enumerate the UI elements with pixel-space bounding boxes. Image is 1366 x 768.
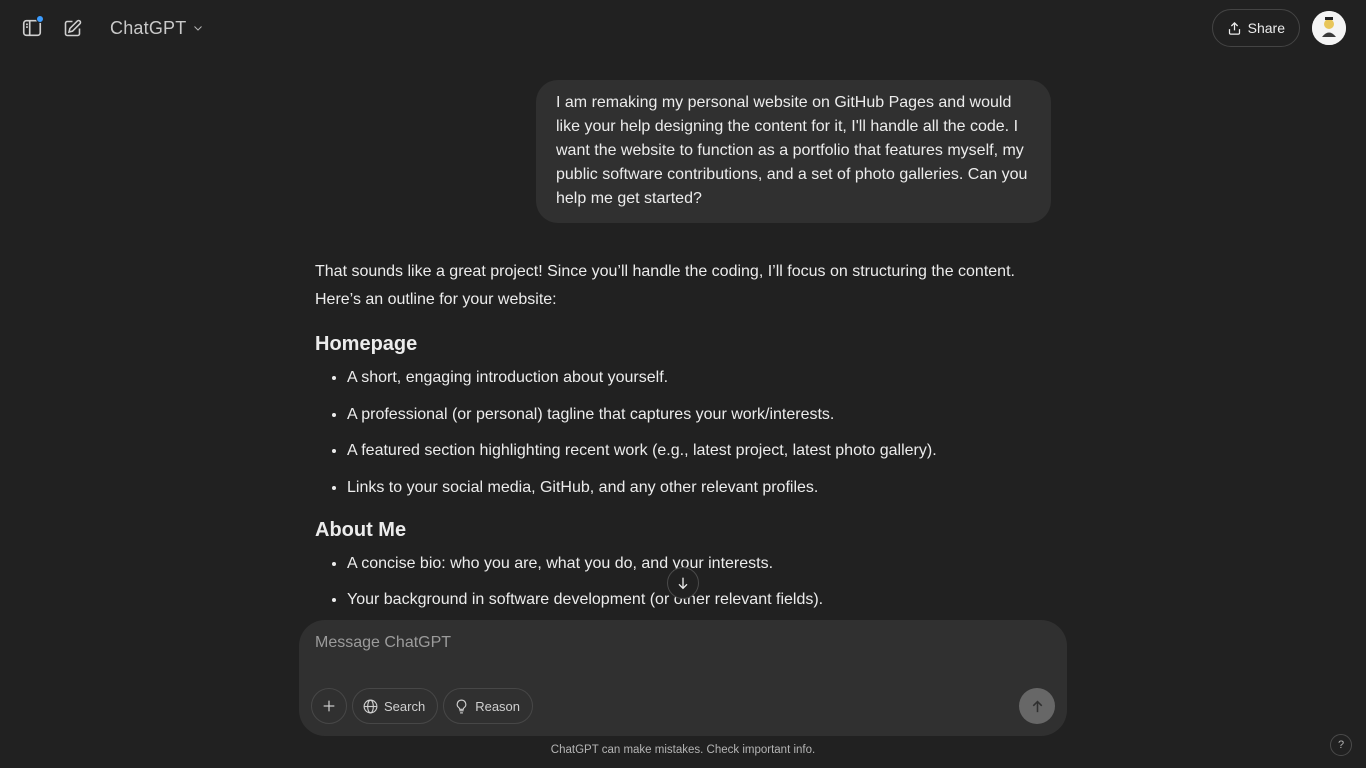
list-item: A concise bio: who you are, what you do,… (347, 552, 1051, 576)
new-chat-button[interactable] (56, 12, 88, 44)
reason-button[interactable]: Reason (443, 688, 534, 724)
top-bar: ChatGPT Share (0, 0, 1366, 56)
section-heading-about-me: About Me (315, 518, 407, 541)
search-button[interactable]: Search (352, 688, 439, 724)
avatar-image-icon (1312, 11, 1346, 45)
chevron-down-icon (194, 26, 203, 31)
sidebar-toggle-button[interactable] (16, 12, 48, 44)
search-label: Search (384, 698, 426, 714)
arrow-down-icon (678, 577, 688, 590)
message-input[interactable] (315, 634, 1015, 652)
user-message-bubble: I am remaking my personal website on Git… (536, 80, 1051, 223)
arrow-up-icon (1032, 699, 1042, 712)
assistant-message: That sounds like a great project! Since … (315, 258, 1051, 618)
lightbulb-icon (456, 699, 467, 713)
help-button[interactable]: ? (1330, 734, 1352, 756)
notification-dot (36, 15, 44, 23)
attach-button[interactable] (311, 688, 347, 724)
new-chat-icon (64, 19, 81, 36)
homepage-list: A short, engaging introduction about you… (315, 366, 1051, 500)
conversation-thread[interactable]: I am remaking my personal website on Git… (0, 56, 1366, 618)
scroll-to-bottom-button[interactable] (667, 567, 699, 599)
avatar[interactable] (1312, 11, 1346, 45)
share-icon (1228, 21, 1240, 35)
plus-icon (323, 700, 335, 712)
list-item: Links to your social media, GitHub, and … (347, 476, 1051, 500)
model-switcher[interactable]: ChatGPT (104, 14, 210, 43)
disclaimer-text: ChatGPT can make mistakes. Check importa… (550, 744, 816, 756)
share-label: Share (1247, 20, 1285, 36)
list-item: A featured section highlighting recent w… (347, 439, 1051, 463)
list-item: A professional (or personal) tagline tha… (347, 403, 1051, 427)
assistant-intro: That sounds like a great project! Since … (315, 263, 1015, 308)
reason-label: Reason (475, 698, 521, 714)
globe-icon (363, 699, 378, 713)
list-item: Your background in software development … (347, 588, 1051, 612)
send-button[interactable] (1019, 688, 1055, 724)
list-item: A short, engaging introduction about you… (347, 366, 1051, 390)
share-button[interactable]: Share (1211, 9, 1300, 47)
section-heading-homepage: Homepage (315, 333, 418, 355)
model-name: ChatGPT (110, 17, 187, 38)
message-composer: Search Reason (299, 620, 1067, 736)
